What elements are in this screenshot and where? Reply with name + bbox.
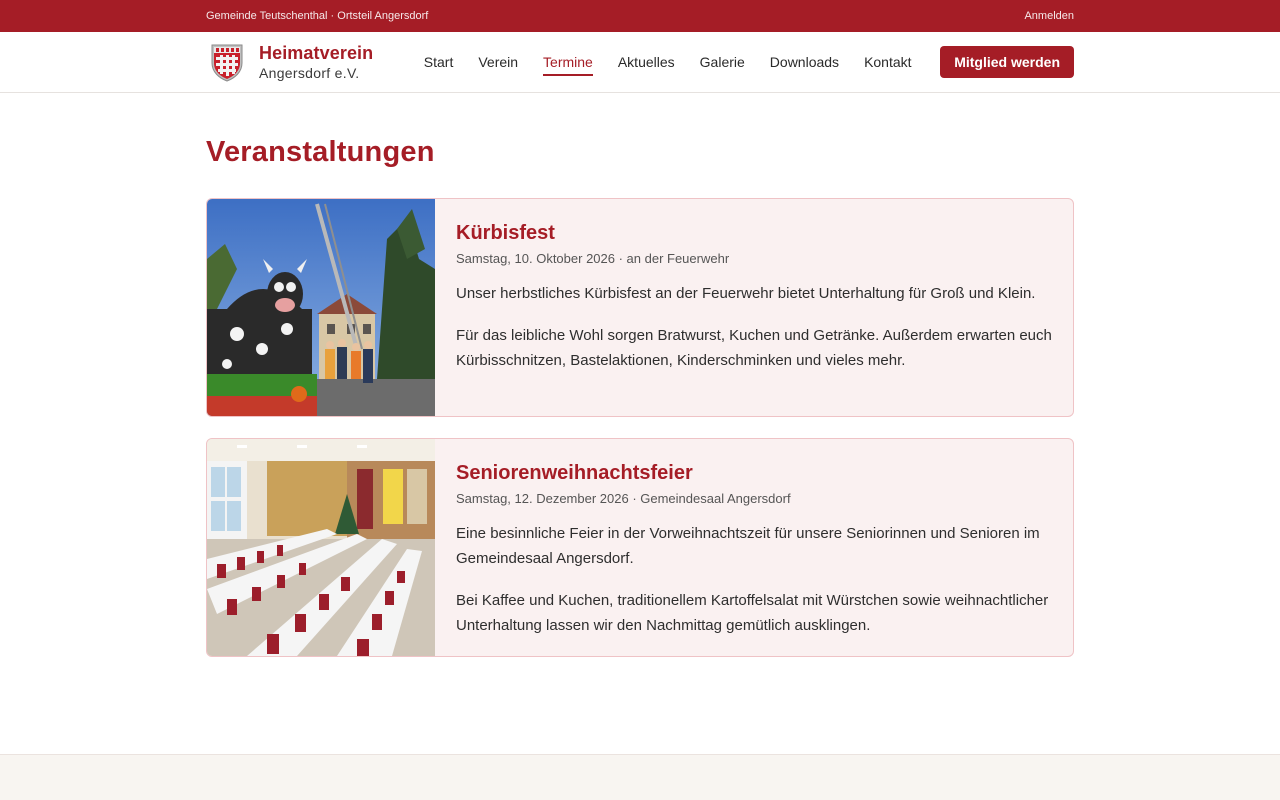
event-description: Eine besinnliche Feier in der Vorweihnac… <box>456 525 1040 567</box>
main-nav: Start Verein Termine Aktuelles Galerie D… <box>411 32 924 92</box>
event-description: Für das leibliche Wohl sorgen Bratwurst,… <box>456 327 1052 369</box>
top-bar: Gemeinde Teutschenthal · Ortsteil Angers… <box>0 0 1280 32</box>
main-content: Veranstaltungen Kürbisfest Samstag, 10. … <box>0 93 1280 657</box>
brand-subtitle: Angersdorf e.V. <box>259 64 360 81</box>
event-card: Seniorenweihnachtsfeier Samstag, 12. Dez… <box>206 438 1074 657</box>
event-description: Unser herbstliches Kürbisfest an der Feu… <box>456 285 1036 302</box>
page-title: Veranstaltungen <box>206 136 435 168</box>
nav-item-termine[interactable]: Termine <box>531 32 606 92</box>
nav-item-galerie[interactable]: Galerie <box>687 32 757 92</box>
event-photo-community-hall <box>207 439 435 656</box>
nav-item-downloads[interactable]: Downloads <box>757 32 851 92</box>
nav-item-verein[interactable]: Verein <box>466 32 531 92</box>
event-meta: Samstag, 10. Oktober 2026 · an der Feuer… <box>456 251 730 266</box>
event-meta: Samstag, 12. Dezember 2026 · Gemeindesaa… <box>456 491 791 506</box>
site-footer <box>0 754 1280 800</box>
event-title: Kürbisfest <box>456 222 555 244</box>
login-link[interactable]: Anmelden <box>1024 10 1074 22</box>
nav-item-kontakt[interactable]: Kontakt <box>852 32 924 92</box>
brand-title: Heimatverein <box>259 43 374 64</box>
location-text: Gemeinde Teutschenthal · Ortsteil Angers… <box>206 10 429 22</box>
event-description: Bei Kaffee und Kuchen, traditionellem Ka… <box>456 592 1049 634</box>
event-photo-pumpkin-festival <box>207 199 435 416</box>
nav-item-aktuelles[interactable]: Aktuelles <box>605 32 687 92</box>
become-member-button[interactable]: Mitglied werden <box>940 46 1074 78</box>
nav-item-start[interactable]: Start <box>411 32 466 92</box>
site-header: Heimatverein Angersdorf e.V. Start Verei… <box>0 32 1280 93</box>
crest-logo-icon <box>211 44 243 82</box>
event-title: Seniorenweihnachtsfeier <box>456 462 693 484</box>
brand-home-link[interactable]: Heimatverein Angersdorf e.V. <box>206 41 373 83</box>
event-card: Kürbisfest Samstag, 10. Oktober 2026 · a… <box>206 198 1074 417</box>
